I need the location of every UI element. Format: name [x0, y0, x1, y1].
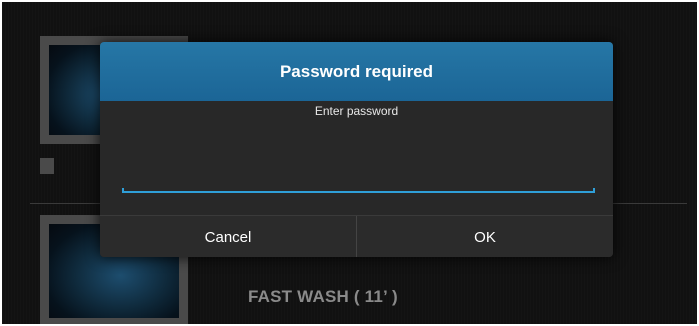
dialog-header: Password required — [100, 42, 613, 101]
dialog-title: Password required — [279, 61, 434, 81]
app-screen: FAST WASH ( 11’ ) Password required Ente… — [2, 2, 697, 324]
cancel-button[interactable]: Cancel — [100, 216, 356, 257]
password-dialog: Password required Enter password Cancel … — [100, 42, 613, 257]
program-label-fast-wash[interactable]: FAST WASH ( 11’ ) — [248, 287, 398, 307]
dialog-message: Enter password — [314, 104, 399, 118]
password-input[interactable] — [122, 164, 595, 192]
password-input-underline — [122, 188, 595, 193]
ok-button[interactable]: OK — [357, 216, 613, 257]
dialog-body: Enter password — [100, 101, 613, 215]
dialog-button-bar: Cancel OK — [100, 215, 613, 257]
program-indicator — [40, 158, 54, 174]
